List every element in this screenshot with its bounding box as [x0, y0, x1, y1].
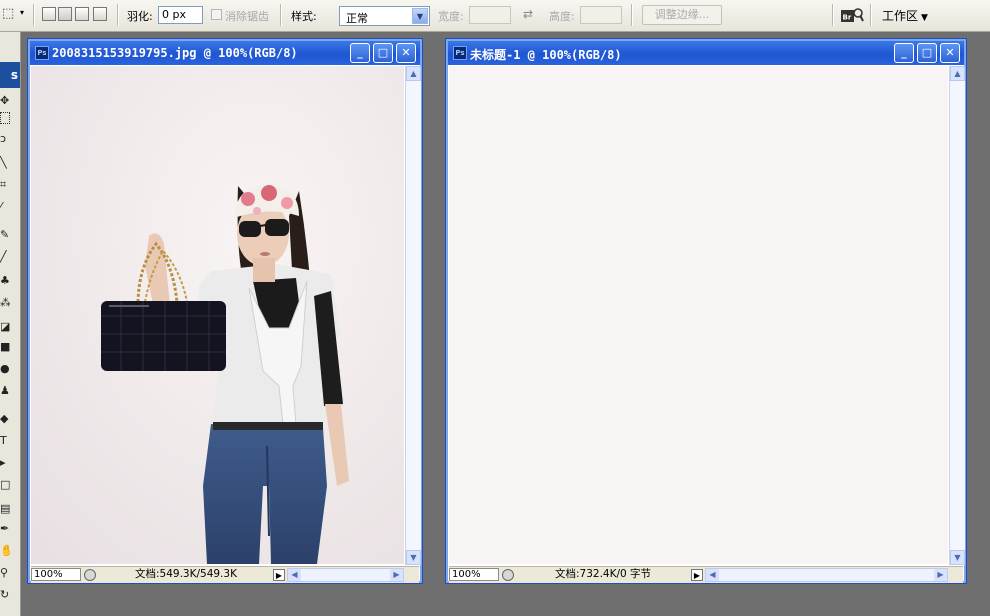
dodge-tool-icon[interactable]: ♟	[0, 384, 10, 397]
horizontal-scrollbar[interactable]: ◀ ▶	[705, 568, 948, 582]
status-bar: 100% 文档:732.4K/0 字节 ▶ ◀ ▶	[449, 566, 963, 583]
options-bar: ⬚ ▾ 羽化: 0 px 消除锯齿 样式: 正常 ▼ 宽度: ⇄ 高度: 调整边…	[0, 0, 990, 32]
divider	[631, 4, 633, 26]
pen-tool-icon[interactable]: ◆	[0, 412, 10, 425]
brush-tool-icon[interactable]: ╱	[0, 250, 10, 263]
add-to-selection-icon[interactable]	[58, 7, 72, 21]
gradient-tool-icon[interactable]: ■	[0, 340, 10, 353]
maximize-button[interactable]: □	[917, 43, 937, 63]
vertical-scrollbar[interactable]: ▲ ▼	[405, 66, 421, 565]
toolbox: s ✥ ↄ ╲ ⌗ ⁄ ✎ ╱ ♣ ⁂ ◪ ■ ● ♟ ◆ T ▸ □ ▤ ✒ …	[0, 32, 21, 616]
zoom-field[interactable]: 100%	[31, 568, 81, 581]
swap-colors-icon[interactable]: ↻	[0, 588, 10, 601]
scroll-down-icon[interactable]: ▼	[950, 550, 965, 565]
antialias-label: 消除锯齿	[225, 10, 269, 23]
crop-tool-icon[interactable]: ⌗	[0, 178, 10, 191]
close-button[interactable]: ✕	[940, 43, 960, 63]
feather-input[interactable]: 0 px	[158, 6, 203, 24]
title-bar[interactable]: Ps 未标题-1 @ 100%(RGB/8) _ □ ✕	[448, 41, 964, 65]
lasso-tool-icon[interactable]: ↄ	[0, 132, 10, 145]
document-info: 文档:549.3K/549.3K	[135, 568, 237, 580]
swap-icon[interactable]: ⇄	[523, 7, 533, 21]
width-input[interactable]	[469, 6, 511, 24]
chevron-down-icon: ▼	[921, 13, 928, 23]
divider	[280, 4, 282, 26]
eyedropper-icon[interactable]: ✒	[0, 522, 10, 535]
blur-tool-icon[interactable]: ●	[0, 362, 10, 375]
maximize-button[interactable]: □	[373, 43, 393, 63]
scroll-down-icon[interactable]: ▼	[406, 550, 421, 565]
scroll-right-icon[interactable]: ▶	[934, 569, 947, 581]
horizontal-scrollbar[interactable]: ◀ ▶	[287, 568, 404, 582]
photo-canvas[interactable]	[31, 66, 404, 564]
scroll-left-icon[interactable]: ◀	[706, 569, 719, 581]
eraser-tool-icon[interactable]: ◪	[0, 320, 10, 333]
scroll-up-icon[interactable]: ▲	[950, 66, 965, 81]
marquee-tool-icon[interactable]	[0, 112, 10, 124]
move-tool-icon[interactable]: ✥	[0, 94, 10, 107]
photoshop-logo: s	[0, 62, 20, 88]
feather-label: 羽化:	[127, 10, 153, 23]
document-window-untitled[interactable]: Ps 未标题-1 @ 100%(RGB/8) _ □ ✕ ▲ ▼ 100% 文档…	[445, 38, 967, 584]
photoshop-document-icon: Ps	[453, 46, 467, 60]
height-label: 高度:	[549, 10, 575, 23]
clone-stamp-icon[interactable]: ♣	[0, 274, 10, 287]
zoom-field[interactable]: 100%	[449, 568, 499, 581]
zoom-tool-icon[interactable]: ⚲	[0, 566, 10, 579]
status-menu-arrow-icon[interactable]: ▶	[691, 569, 703, 581]
close-button[interactable]: ✕	[396, 43, 416, 63]
type-tool-icon[interactable]: T	[0, 434, 10, 447]
style-label: 样式:	[291, 10, 317, 23]
refine-edge-button[interactable]: 调整边缘...	[642, 5, 722, 25]
magic-wand-icon[interactable]: ╲	[0, 156, 10, 169]
window-title: 2008315153919795.jpg @ 100%(RGB/8)	[52, 46, 298, 60]
workspace-label: 工作区	[882, 9, 919, 23]
slice-tool-icon[interactable]: ⁄	[0, 200, 10, 213]
path-selection-icon[interactable]: ▸	[0, 456, 10, 469]
shape-tool-icon[interactable]: □	[0, 478, 10, 491]
divider	[870, 4, 872, 26]
hand-tool-icon[interactable]: ✋	[0, 544, 10, 557]
width-label: 宽度:	[438, 10, 464, 23]
status-menu-arrow-icon[interactable]: ▶	[273, 569, 285, 581]
status-bar: 100% 文档:549.3K/549.3K ▶ ◀ ▶	[31, 566, 419, 583]
divider	[117, 4, 119, 26]
vertical-scrollbar[interactable]: ▲ ▼	[949, 66, 965, 565]
photoshop-document-icon: Ps	[35, 46, 49, 60]
document-info: 文档:732.4K/0 字节	[555, 568, 652, 580]
history-brush-icon[interactable]: ⁂	[0, 296, 10, 309]
height-input[interactable]	[580, 6, 622, 24]
scroll-up-icon[interactable]: ▲	[406, 66, 421, 81]
style-select-value: 正常	[346, 12, 368, 25]
antialias-checkbox[interactable]	[211, 9, 222, 20]
workspace-menu[interactable]: 工作区 ▼	[882, 7, 928, 24]
divider	[832, 4, 834, 26]
notes-tool-icon[interactable]: ▤	[0, 502, 10, 515]
scroll-left-icon[interactable]: ◀	[288, 569, 301, 581]
svg-text:Br: Br	[843, 14, 852, 22]
subtract-from-selection-icon[interactable]	[75, 7, 89, 21]
divider	[33, 4, 35, 26]
marquee-tool-icon[interactable]: ⬚	[2, 6, 14, 21]
style-select[interactable]: 正常 ▼	[339, 6, 430, 26]
tool-preset-dropdown-icon[interactable]: ▾	[20, 8, 24, 17]
bridge-icon[interactable]: Br	[840, 6, 864, 24]
healing-brush-icon[interactable]: ✎	[0, 228, 10, 241]
intersect-selection-icon[interactable]	[93, 7, 107, 21]
chevron-down-icon[interactable]: ▼	[412, 8, 428, 24]
minimize-button[interactable]: _	[894, 43, 914, 63]
scroll-right-icon[interactable]: ▶	[390, 569, 403, 581]
blank-canvas[interactable]	[449, 66, 948, 564]
timer-icon	[84, 569, 96, 581]
photo-image	[31, 66, 404, 564]
timer-icon	[502, 569, 514, 581]
minimize-button[interactable]: _	[350, 43, 370, 63]
window-title: 未标题-1 @ 100%(RGB/8)	[470, 48, 622, 62]
new-selection-icon[interactable]	[42, 7, 56, 21]
title-bar[interactable]: Ps 2008315153919795.jpg @ 100%(RGB/8) _ …	[30, 41, 420, 65]
document-window-photo[interactable]: Ps 2008315153919795.jpg @ 100%(RGB/8) _ …	[27, 38, 423, 584]
